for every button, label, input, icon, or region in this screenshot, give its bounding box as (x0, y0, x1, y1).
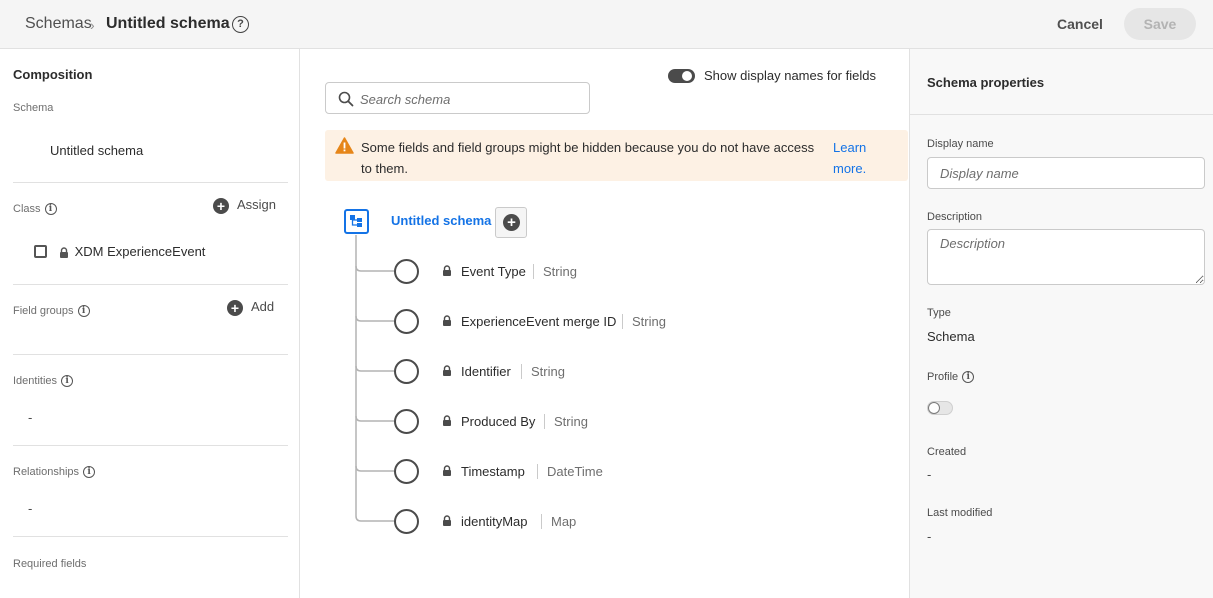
identities-label: Identities (13, 375, 58, 387)
field-name: ExperienceEvent merge ID (461, 314, 617, 329)
schema-root-node[interactable]: Untitled schema (391, 213, 491, 228)
last-modified-label: Last modified (927, 507, 993, 519)
field-name: Produced By (461, 414, 536, 429)
composition-panel: Composition Schema Untitled schema Class… (0, 49, 300, 598)
lock-icon (60, 247, 68, 259)
breadcrumb-schemas-link[interactable]: Schemas (25, 15, 92, 33)
class-item[interactable]: XDM ExperienceEvent (59, 244, 205, 259)
hierarchy-icon (350, 215, 362, 227)
breadcrumb-separator-icon: › (90, 17, 95, 33)
divider (13, 536, 288, 537)
lock-icon (443, 265, 451, 276)
field-type: String (622, 314, 666, 329)
field-groups-section-label: Field groups i (13, 305, 90, 318)
lock-icon (443, 315, 451, 326)
identities-value: - (28, 410, 33, 425)
add-label: Add (251, 299, 275, 314)
app-header: Schemas › Untitled schema ? Cancel Save (0, 0, 1213, 49)
required-fields-label: Required fields (13, 558, 87, 570)
assign-label: Assign (237, 197, 277, 212)
schema-tree-icon[interactable] (344, 209, 369, 234)
field-type: DateTime (537, 464, 603, 479)
class-name: XDM ExperienceEvent (74, 244, 206, 259)
divider (13, 284, 288, 285)
field-name: identityMap (461, 514, 528, 529)
help-icon[interactable]: ? (232, 16, 249, 33)
description-label: Description (927, 211, 983, 223)
lock-icon (443, 415, 451, 426)
add-circle-icon: + (213, 197, 229, 214)
assign-class-button[interactable]: + Assign (213, 197, 276, 214)
class-section-label: Class i (13, 203, 57, 216)
field-type: String (521, 364, 565, 379)
field-name: Event Type (461, 264, 526, 279)
field-select-circle[interactable] (394, 309, 419, 334)
info-icon[interactable]: i (77, 305, 90, 318)
relationships-label: Relationships (13, 466, 80, 478)
add-circle-icon: + (503, 214, 520, 231)
last-modified-value: - (927, 529, 932, 544)
page-title: Untitled schema (106, 15, 230, 32)
info-icon[interactable]: i (83, 466, 96, 479)
add-field-button[interactable]: + (495, 207, 527, 238)
field-name: Identifier (461, 364, 511, 379)
profile-label: Profile (927, 371, 959, 383)
field-groups-label: Field groups (13, 305, 74, 317)
field-type: String (544, 414, 588, 429)
info-icon[interactable]: i (44, 203, 57, 216)
divider (13, 182, 288, 183)
type-label: Type (927, 307, 951, 319)
relationships-section-label: Relationships i (13, 466, 96, 479)
relationships-value: - (28, 501, 33, 516)
class-checkbox[interactable] (34, 245, 47, 258)
description-textarea[interactable] (927, 229, 1205, 285)
cancel-button[interactable]: Cancel (1050, 9, 1110, 39)
info-icon[interactable]: i (962, 371, 975, 384)
add-field-group-button[interactable]: + Add (227, 299, 274, 316)
type-value: Schema (927, 329, 975, 344)
schema-canvas: Show display names for fields Some field… (301, 49, 908, 598)
schema-properties-panel: Schema properties Display name Descripti… (909, 49, 1213, 598)
schema-name-item[interactable]: Untitled schema (50, 143, 143, 158)
info-icon[interactable]: i (61, 375, 74, 388)
profile-toggle[interactable] (927, 401, 953, 415)
lock-icon (443, 465, 451, 476)
field-select-circle[interactable] (394, 259, 419, 284)
field-type: String (533, 264, 577, 279)
field-select-circle[interactable] (394, 409, 419, 434)
save-button: Save (1124, 8, 1196, 40)
divider (13, 445, 288, 446)
identities-section-label: Identities i (13, 375, 74, 388)
display-name-input[interactable] (927, 157, 1205, 189)
field-select-circle[interactable] (394, 359, 419, 384)
created-label: Created (927, 446, 967, 458)
add-circle-icon: + (227, 299, 243, 316)
properties-title: Schema properties (927, 75, 1045, 90)
lock-icon (443, 515, 451, 526)
field-select-circle[interactable] (394, 509, 419, 534)
created-value: - (927, 467, 932, 482)
lock-icon (443, 365, 451, 376)
divider (910, 114, 1213, 115)
divider (13, 354, 288, 355)
display-name-label: Display name (927, 138, 994, 150)
field-name: Timestamp (461, 464, 525, 479)
field-type: Map (541, 514, 576, 529)
profile-section-label: Profile i (927, 371, 975, 384)
schema-label: Schema (13, 102, 54, 114)
class-label: Class (13, 203, 41, 215)
composition-title: Composition (13, 67, 93, 82)
field-select-circle[interactable] (394, 459, 419, 484)
